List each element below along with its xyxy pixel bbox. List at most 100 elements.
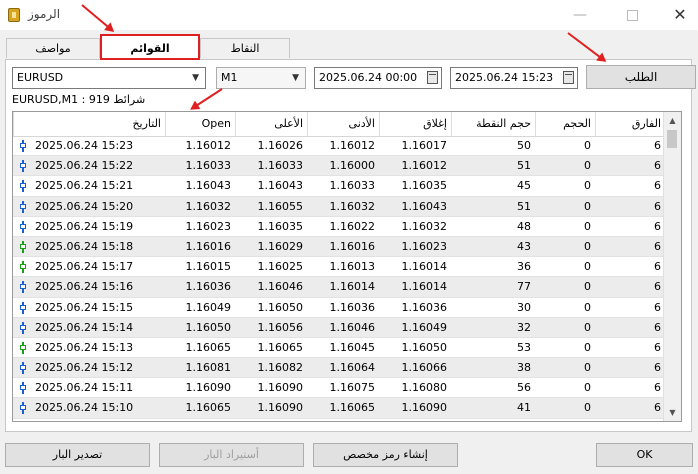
- symbol-value: EURUSD: [17, 71, 64, 84]
- table-row[interactable]: 2025.06.24 15:21 1.16043 1.16043 1.16033 1.1…: [13, 176, 665, 197]
- cell-high: 1.16081: [235, 419, 307, 421]
- cell-date: 2025.06.24 15:09: [13, 419, 165, 421]
- ok-button[interactable]: OK: [596, 443, 693, 467]
- cell-low: 1.16032: [329, 199, 376, 213]
- table-row[interactable]: 2025.06.24 15:20 1.16032 1.16055 1.16032 1.1…: [13, 196, 665, 217]
- cell-date: 2025.06.24 15:17: [35, 260, 134, 274]
- header-high[interactable]: الأعلى: [235, 112, 307, 136]
- minimize-icon[interactable]: —: [570, 5, 590, 25]
- cell-close: 1.16012: [401, 159, 448, 173]
- cell-open: 1.16065: [185, 401, 232, 415]
- timeframe-value: M1: [221, 71, 238, 84]
- table-row[interactable]: 2025.06.24 15:11 1.16090 1.16090 1.16075 1.1…: [13, 378, 665, 399]
- cell-volume: 0: [584, 381, 591, 395]
- request-button[interactable]: الطلب: [586, 65, 696, 89]
- cell-date: 2025.06.24 15:19: [35, 219, 134, 233]
- header-open[interactable]: Open: [165, 112, 235, 136]
- cell-date: 2025.06.24 15:22: [35, 159, 134, 173]
- cell-tickvol: 51: [517, 199, 531, 213]
- scroll-down-icon[interactable]: ▼: [664, 404, 681, 421]
- cell-open: 1.16032: [185, 199, 232, 213]
- cell-open: 1.16015: [185, 260, 232, 274]
- timeframe-select[interactable]: M1 ▼: [216, 67, 306, 89]
- cell-date: 2025.06.24 15:12: [35, 361, 134, 375]
- cell-spread: 6: [654, 280, 661, 294]
- import-bars-button[interactable]: أستيراد البار: [159, 443, 304, 467]
- table-row[interactable]: 2025.06.24 15:18 1.16016 1.16029 1.16016 1.1…: [13, 236, 665, 258]
- cell-close: 1.16049: [401, 320, 448, 334]
- cell-high: 1.16025: [257, 260, 304, 274]
- table-row[interactable]: 2025.06.24 15:13 1.16065 1.16065 1.16045 1.1…: [13, 338, 665, 359]
- vertical-scrollbar[interactable]: ▲ ▼: [663, 112, 681, 421]
- table-row[interactable]: 2025.06.24 15:22 1.16033 1.16033 1.16000 1.1…: [13, 156, 665, 177]
- header-tick-volume[interactable]: حجم النقطة: [451, 112, 535, 136]
- cell-close: 1.16032: [401, 219, 448, 233]
- cell-spread: 6: [654, 300, 661, 314]
- table-row[interactable]: 2025.06.24 15:091.160711.160811.160651.1…: [13, 419, 665, 421]
- cell-high: 1.16035: [257, 219, 304, 233]
- export-bars-button[interactable]: تصدير البار: [5, 443, 150, 467]
- header-date[interactable]: التاريخ: [13, 112, 165, 136]
- table-row[interactable]: 2025.06.24 15:12 1.16081 1.16082 1.16064 1.1…: [13, 358, 665, 379]
- cell-tickvol: 45: [517, 179, 531, 193]
- cell-spread: 6: [654, 239, 661, 253]
- cell-spread: 6: [654, 219, 661, 233]
- header-close[interactable]: إغلاق: [379, 112, 451, 136]
- cell-spread: 6: [654, 199, 661, 213]
- to-date-value: 2025.06.24 15:23: [455, 71, 554, 84]
- cell-volume: 0: [584, 320, 591, 334]
- table-row[interactable]: 2025.06.24 15:16 1.16036 1.16046 1.16014 1.1…: [13, 277, 665, 298]
- cell-tickvol: 30: [517, 300, 531, 314]
- cell-date: 2025.06.24 15:16: [35, 280, 134, 294]
- cell-low: 1.16000: [329, 159, 376, 173]
- calendar-icon[interactable]: [563, 71, 574, 84]
- cell-low: 1.16016: [329, 239, 376, 253]
- cell-date: 2025.06.24 15:23: [35, 139, 134, 152]
- header-spread[interactable]: الفارق: [595, 112, 665, 136]
- cell-low: 1.16045: [329, 340, 376, 354]
- close-icon[interactable]: ✕: [670, 5, 690, 25]
- header-low[interactable]: الأدنى: [307, 112, 379, 136]
- cell-close: 1.16014: [401, 280, 448, 294]
- table-row[interactable]: 2025.06.24 15:23 1.16012 1.16026 1.16012 1.1…: [13, 136, 665, 157]
- scroll-up-icon[interactable]: ▲: [664, 112, 681, 129]
- table-row[interactable]: 2025.06.24 15:15 1.16049 1.16050 1.16036 1.1…: [13, 298, 665, 318]
- cell-spread: 6: [654, 320, 661, 334]
- table-row[interactable]: 2025.06.24 15:19 1.16023 1.16035 1.16022 1.1…: [13, 217, 665, 237]
- scroll-thumb[interactable]: [667, 130, 677, 148]
- tab-bars[interactable]: القوائم: [100, 34, 200, 60]
- cell-tickvol: 32: [517, 320, 531, 334]
- table-row[interactable]: 2025.06.24 15:17 1.16015 1.16025 1.16013 1.1…: [13, 257, 665, 278]
- cell-tickvol: 77: [517, 280, 531, 294]
- bars-count-label: EURUSD,M1 : 919 شرائط: [12, 93, 146, 106]
- from-date-input[interactable]: 2025.06.24 00:00: [314, 67, 442, 89]
- cell-volume: 0: [584, 340, 591, 354]
- create-custom-symbol-button[interactable]: إنشاء رمز مخصص: [313, 443, 458, 467]
- cell-tickvol: 51: [517, 159, 531, 173]
- cell-spread: 6: [654, 401, 661, 415]
- maximize-icon[interactable]: [622, 5, 642, 25]
- cell-high: 1.16082: [257, 361, 304, 375]
- cell-spread: 6: [654, 159, 661, 173]
- tab-ticks[interactable]: النقاط: [200, 38, 290, 58]
- cell-high: 1.16029: [257, 239, 304, 253]
- cell-volume: 0: [584, 280, 591, 294]
- cell-spread: 6: [654, 381, 661, 395]
- cell-open: 1.16036: [185, 280, 232, 294]
- table-row[interactable]: 2025.06.24 15:14 1.16050 1.16056 1.16046 1.1…: [13, 317, 665, 338]
- cell-volume: 0: [584, 401, 591, 415]
- tab-specs[interactable]: مواصف: [6, 38, 100, 58]
- symbol-select[interactable]: EURUSD ▼: [12, 67, 206, 89]
- cell-open: 1.16065: [185, 340, 232, 354]
- cell-low: 1.16046: [329, 320, 376, 334]
- header-volume[interactable]: الحجم: [535, 112, 595, 136]
- calendar-icon[interactable]: [427, 71, 438, 84]
- table-row[interactable]: 2025.06.24 15:10 1.16065 1.16090 1.16065 1.1…: [13, 398, 665, 419]
- bars-table[interactable]: التاريخ Open الأعلى الأدنى إغلاق حجم الن…: [12, 111, 682, 422]
- cell-tickvol: 38: [517, 361, 531, 375]
- cell-tickvol: 33: [451, 419, 535, 421]
- to-date-input[interactable]: 2025.06.24 15:23: [450, 67, 578, 89]
- table-body: 2025.06.24 15:23 1.16012 1.16026 1.16012 1.1…: [13, 136, 665, 421]
- cell-close: 1.16017: [401, 139, 448, 152]
- cell-tickvol: 41: [517, 401, 531, 415]
